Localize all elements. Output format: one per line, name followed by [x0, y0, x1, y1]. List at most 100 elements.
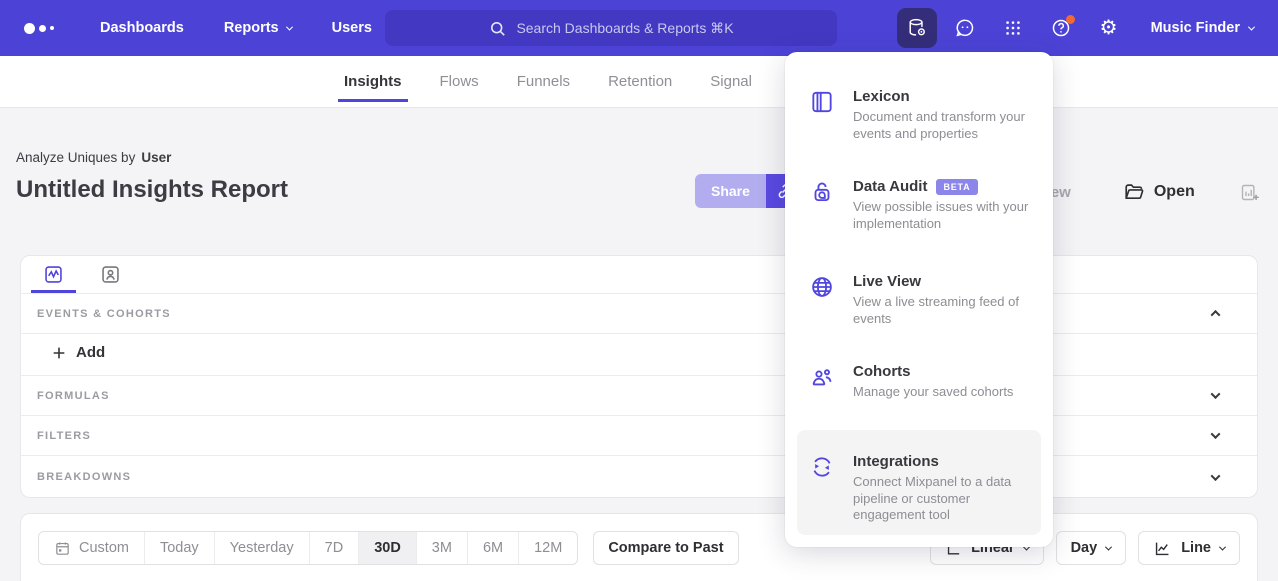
help-button[interactable] — [1041, 8, 1081, 48]
chart-controls-panel: Custom Today Yesterday 7D 30D 3M 6M 12M … — [20, 513, 1258, 581]
chevron-down-icon — [286, 23, 293, 30]
range-today[interactable]: Today — [144, 532, 214, 564]
add-event-button[interactable]: Add — [51, 344, 1257, 361]
database-gear-icon — [906, 17, 928, 39]
range-7d[interactable]: 7D — [309, 532, 359, 564]
open-label: Open — [1154, 183, 1195, 201]
chart-type-label: Line — [1181, 540, 1211, 556]
popup-item-description: Manage your saved cohorts — [853, 384, 1013, 401]
range-30d[interactable]: 30D — [358, 532, 416, 564]
range-label: 7D — [325, 540, 344, 556]
add-to-dashboard-button[interactable] — [1239, 182, 1260, 203]
beta-badge: BETA — [936, 179, 977, 195]
project-name: Music Finder — [1151, 20, 1240, 36]
nav-dashboards-label: Dashboards — [100, 20, 184, 36]
profiles-view-tab[interactable] — [92, 256, 129, 293]
range-label: 30D — [374, 540, 401, 556]
range-custom[interactable]: Custom — [39, 532, 144, 564]
range-6m[interactable]: 6M — [467, 532, 518, 564]
mixpanel-logo-icon[interactable] — [24, 23, 64, 34]
section-label: FILTERS — [37, 430, 91, 442]
popup-item-live-view[interactable]: Live View View a live streaming feed of … — [809, 273, 1037, 327]
popup-item-title: Cohorts — [853, 363, 911, 380]
chart-type-dropdown[interactable]: Line — [1138, 531, 1240, 565]
popup-item-integrations[interactable]: Integrations Connect Mixpanel to a data … — [809, 453, 1037, 524]
section-filters[interactable]: FILTERS — [21, 416, 1257, 456]
tab-label: Signal — [710, 73, 752, 90]
mixpanel-app: Dashboards Reports Users Search Dashboar… — [0, 0, 1278, 581]
popup-item-title: Integrations — [853, 453, 939, 470]
range-3m[interactable]: 3M — [416, 532, 467, 564]
compare-to-past-button[interactable]: Compare to Past — [593, 531, 738, 565]
search-input[interactable]: Search Dashboards & Reports ⌘K — [385, 10, 837, 46]
subtitle-value[interactable]: User — [141, 150, 171, 165]
chevron-down-icon[interactable] — [1211, 471, 1221, 481]
range-label: Custom — [79, 540, 129, 556]
popup-item-data-audit[interactable]: Data Audit BETA View possible issues wit… — [809, 178, 1037, 232]
globe-icon — [809, 274, 835, 300]
tab-retention[interactable]: Retention — [608, 56, 672, 107]
section-label: EVENTS & COHORTS — [37, 308, 171, 320]
plus-icon — [51, 345, 67, 361]
section-events-cohorts[interactable]: EVENTS & COHORTS — [21, 294, 1257, 334]
chat-smiley-icon — [954, 17, 976, 39]
nav-reports-label: Reports — [224, 20, 279, 36]
range-12m[interactable]: 12M — [518, 532, 577, 564]
page-title[interactable]: Untitled Insights Report — [16, 176, 288, 204]
apps-grid-button[interactable] — [993, 8, 1033, 48]
range-yesterday[interactable]: Yesterday — [214, 532, 309, 564]
popup-item-description: View a live streaming feed of events — [853, 294, 1037, 327]
share-label: Share — [711, 183, 750, 199]
granularity-label: Day — [1071, 540, 1098, 556]
nav-dashboards[interactable]: Dashboards — [100, 20, 184, 36]
add-label: Add — [76, 344, 105, 361]
chevron-down-icon — [1248, 23, 1255, 30]
granularity-dropdown[interactable]: Day — [1056, 531, 1127, 565]
data-management-button[interactable] — [897, 8, 937, 48]
tab-label: Flows — [440, 73, 479, 90]
popup-item-title: Live View — [853, 273, 921, 290]
notification-dot — [1066, 15, 1075, 24]
line-chart-icon — [1153, 539, 1172, 558]
nav-users-label: Users — [332, 20, 372, 36]
tab-label: Insights — [344, 73, 402, 90]
chart-add-icon — [1239, 182, 1260, 203]
nav-reports[interactable]: Reports — [224, 20, 292, 36]
popup-item-title: Data Audit — [853, 178, 927, 195]
tab-label: Funnels — [517, 73, 570, 90]
open-report-button[interactable]: Open — [1123, 181, 1195, 203]
range-label: Today — [160, 540, 199, 556]
share-button[interactable]: Share — [695, 174, 766, 208]
section-breakdowns[interactable]: BREAKDOWNS — [21, 456, 1257, 498]
tab-flows[interactable]: Flows — [440, 56, 479, 107]
settings-button[interactable]: ⚙ — [1089, 8, 1129, 48]
report-subtitle: Analyze Uniques byUser — [16, 150, 171, 165]
feedback-button[interactable] — [945, 8, 985, 48]
report-tabs-bar: Insights Flows Funnels Retention Signal … — [0, 56, 1278, 108]
tab-signal[interactable]: Signal — [710, 56, 752, 107]
nav-users[interactable]: Users — [332, 20, 372, 36]
chevron-down-icon — [1105, 543, 1112, 550]
chevron-down-icon[interactable] — [1211, 429, 1221, 439]
chevron-up-icon[interactable] — [1211, 310, 1221, 320]
popup-item-description: View possible issues with your implement… — [853, 199, 1037, 232]
section-label: BREAKDOWNS — [37, 471, 131, 483]
range-label: 6M — [483, 540, 503, 556]
chevron-down-icon — [1219, 543, 1226, 550]
section-formulas[interactable]: FORMULAS — [21, 376, 1257, 416]
integrations-sync-icon — [809, 454, 835, 480]
popup-item-lexicon[interactable]: Lexicon Document and transform your even… — [809, 88, 1037, 142]
tab-funnels[interactable]: Funnels — [517, 56, 570, 107]
chevron-down-icon[interactable] — [1211, 389, 1221, 399]
popup-item-description: Document and transform your events and p… — [853, 109, 1037, 142]
popup-item-cohorts[interactable]: Cohorts Manage your saved cohorts — [809, 363, 1037, 401]
tab-insights[interactable]: Insights — [344, 56, 402, 107]
range-label: 12M — [534, 540, 562, 556]
data-audit-lock-icon — [809, 179, 835, 205]
query-builder-panel: EVENTS & COHORTS Add FORMULAS FILTERS BR… — [20, 255, 1258, 498]
calendar-icon — [54, 540, 71, 557]
events-view-tab[interactable] — [35, 256, 72, 293]
cohorts-people-icon — [809, 364, 835, 390]
search-placeholder: Search Dashboards & Reports ⌘K — [516, 20, 733, 37]
project-selector[interactable]: Music Finder — [1151, 20, 1254, 36]
